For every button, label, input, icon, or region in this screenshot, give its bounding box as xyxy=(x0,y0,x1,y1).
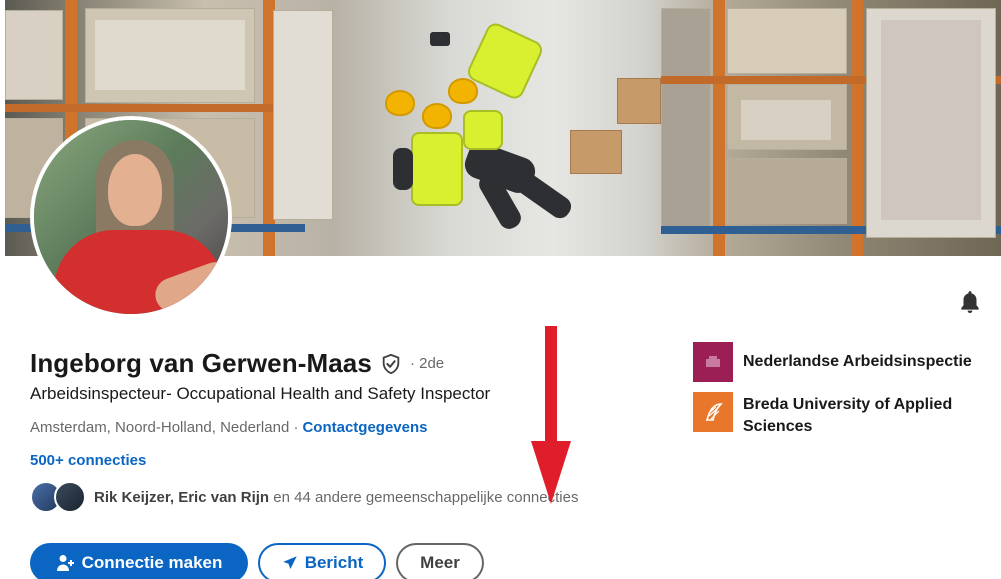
profile-headline: Arbeidsinspecteur- Occupational Health a… xyxy=(30,384,491,403)
org-education[interactable]: Breda University of Applied Sciences xyxy=(693,392,993,438)
connection-degree: · 2de xyxy=(409,355,445,372)
location-row: Amsterdam, Noord-Holland, Nederland · Co… xyxy=(30,419,428,436)
avatar xyxy=(54,481,86,513)
red-arrow-annotation xyxy=(531,326,571,504)
org-name: Nederlandse Arbeidsinspectie xyxy=(743,353,972,370)
profile-name: Ingeborg van Gerwen-Maas xyxy=(30,348,372,378)
profile-actions: Connectie maken Bericht Meer xyxy=(30,543,484,579)
arbeidsinspectie-logo-icon xyxy=(693,342,733,382)
buas-logo-icon xyxy=(693,392,733,432)
org-name: Breda University of Applied Sciences xyxy=(743,396,953,435)
contact-info-link[interactable]: Contactgegevens xyxy=(302,419,427,436)
connect-button-label: Connectie maken xyxy=(81,553,223,572)
mutual-connections[interactable]: Rik Keijzer, Eric van Rijn en 44 andere … xyxy=(30,480,578,514)
more-button-label: Meer xyxy=(420,553,460,572)
message-button[interactable]: Bericht xyxy=(258,543,386,579)
bell-icon[interactable] xyxy=(957,288,983,316)
send-icon xyxy=(282,556,297,569)
mutual-names: Rik Keijzer, Eric van Rijn xyxy=(94,488,270,506)
message-button-label: Bericht xyxy=(304,553,364,572)
add-person-icon xyxy=(56,555,74,571)
connections-count-link[interactable]: 500+ connecties xyxy=(30,452,146,469)
mutual-avatars xyxy=(30,480,86,514)
profile-photo[interactable] xyxy=(30,116,232,318)
name-row: Ingeborg van Gerwen-Maas · 2de xyxy=(30,348,444,379)
mutual-connections-text: Rik Keijzer, Eric van Rijn en 44 andere … xyxy=(94,489,578,506)
org-current-employer[interactable]: Nederlandse Arbeidsinspectie xyxy=(693,342,993,382)
profile-location: Amsterdam, Noord-Holland, Nederland · xyxy=(30,419,299,436)
more-button[interactable]: Meer xyxy=(396,543,484,579)
warehouse-rack-right xyxy=(661,0,1001,256)
connect-button[interactable]: Connectie maken xyxy=(30,543,248,579)
verified-shield-icon[interactable] xyxy=(380,352,402,376)
